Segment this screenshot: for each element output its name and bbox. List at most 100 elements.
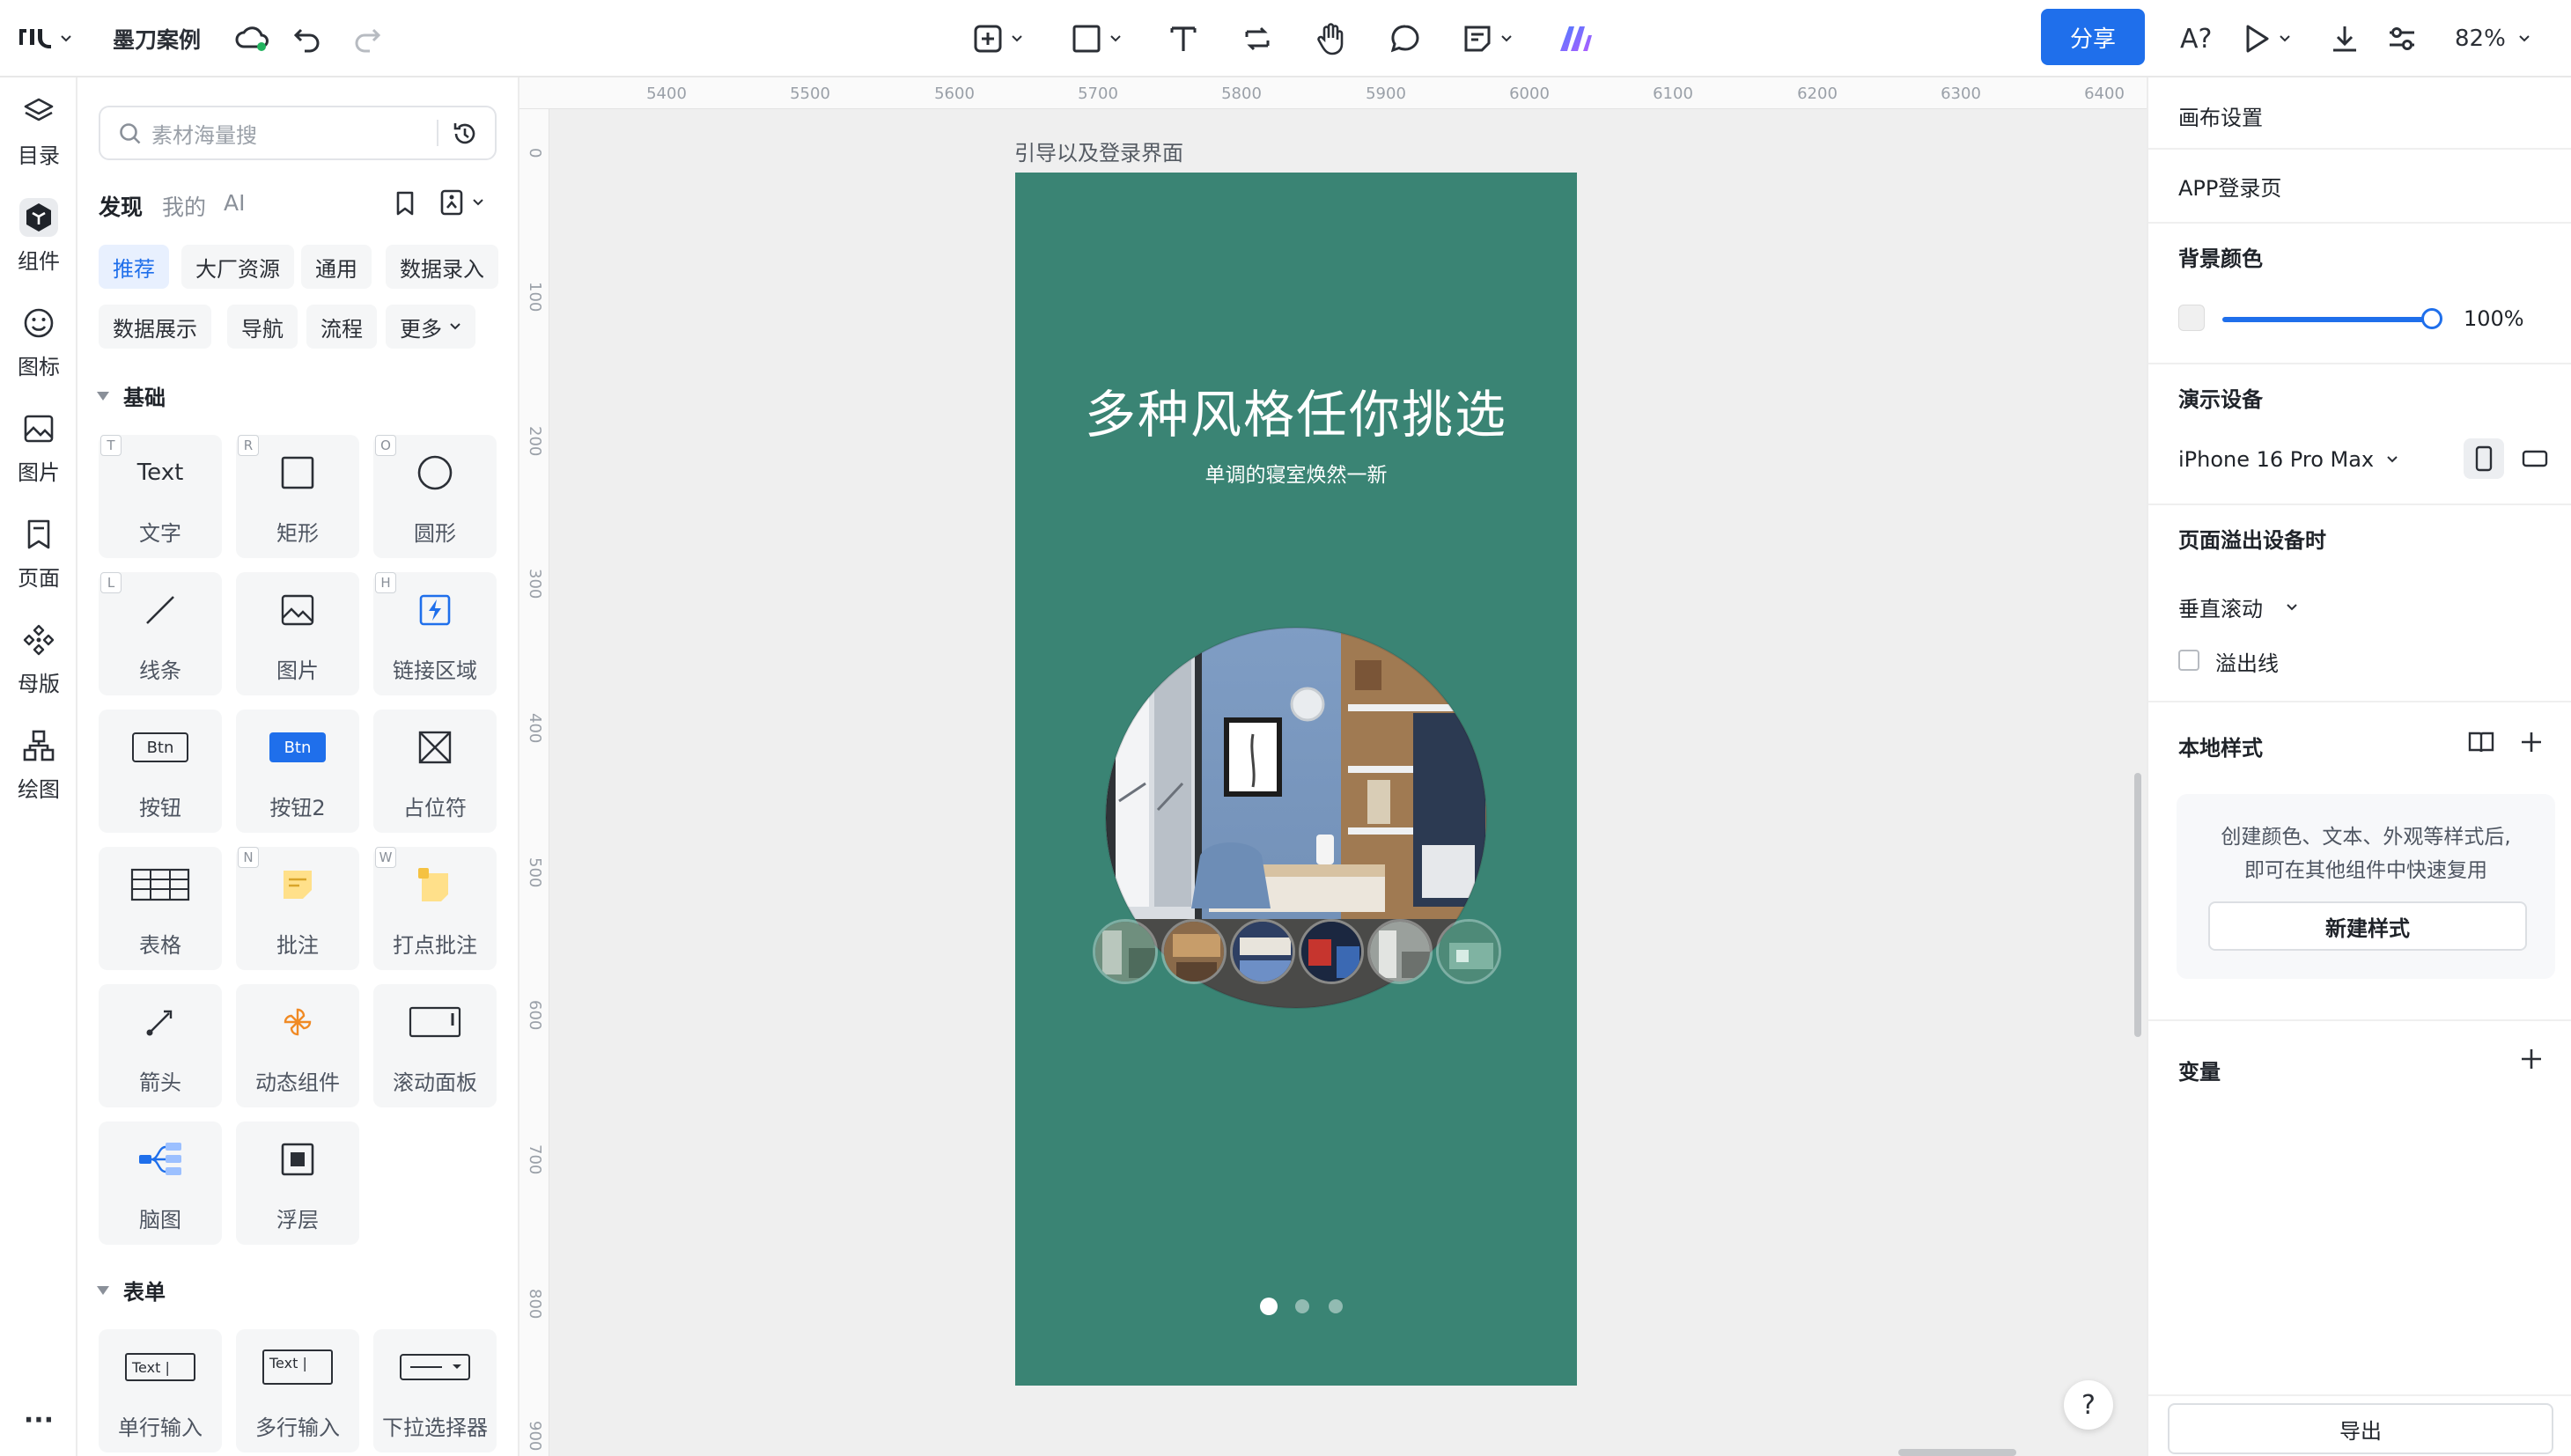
undo-icon[interactable] [292, 19, 324, 58]
style-thumbnail[interactable] [1161, 919, 1227, 984]
tile-layer[interactable]: 浮层 [236, 1121, 359, 1245]
style-thumbnail[interactable] [1436, 919, 1501, 984]
style-thumbnail[interactable] [1230, 919, 1295, 984]
rail-item-drawing[interactable]: 绘图 [4, 718, 74, 810]
tile-arrow[interactable]: 箭头 [99, 984, 222, 1107]
chip-navigation[interactable]: 导航 [227, 305, 298, 349]
tile-button[interactable]: Btn 按钮 [99, 710, 222, 833]
tile-scroll-panel[interactable]: 滚动面板 [373, 984, 497, 1107]
rail-item-layers[interactable]: 目录 [4, 85, 74, 176]
section-form[interactable]: 表单 [97, 1275, 166, 1305]
chip-big-company[interactable]: 大厂资源 [181, 245, 294, 289]
rail-item-pages[interactable]: 页面 [4, 507, 74, 599]
design-canvas[interactable]: 5400 5500 5600 5700 5800 5900 6000 6100 … [519, 77, 2147, 1456]
help-button[interactable]: ? [2064, 1380, 2113, 1430]
tile-line[interactable]: L 线条 [99, 572, 222, 695]
more-menu-button[interactable]: ··· [12, 1405, 65, 1436]
collapse-triangle-icon [97, 1285, 109, 1295]
rail-item-masters[interactable]: 母版 [4, 613, 74, 704]
chip-recommended[interactable]: 推荐 [99, 245, 169, 289]
hero-subtitle[interactable]: 单调的寝室焕然一新 [1015, 458, 1577, 488]
app-frame[interactable]: 多种风格任你挑选 单调的寝室焕然一新 [1015, 173, 1577, 1386]
add-variable-icon[interactable] [2518, 1046, 2545, 1072]
tile-label: 圆形 [414, 521, 456, 546]
component-icon [19, 197, 58, 237]
note-tool[interactable] [1462, 19, 1513, 58]
tile-dropdown[interactable]: 下拉选择器 [373, 1329, 497, 1452]
opacity-value[interactable]: 100% [2464, 306, 2524, 331]
ai-logo-icon[interactable] [1557, 19, 1595, 58]
chip-more[interactable]: 更多 [386, 305, 475, 349]
project-name[interactable]: 墨刀案例 [113, 19, 201, 58]
chip-data-entry[interactable]: 数据录入 [386, 245, 498, 289]
portrait-toggle[interactable] [2464, 438, 2504, 479]
preview-button[interactable] [2242, 19, 2291, 58]
settings-sliders-icon[interactable] [2386, 19, 2418, 58]
pagination-dot[interactable] [1329, 1299, 1343, 1313]
history-icon[interactable] [451, 120, 479, 148]
chip-data-display[interactable]: 数据展示 [99, 305, 211, 349]
library-dropdown[interactable] [438, 188, 484, 217]
zoom-dropdown[interactable]: 82% [2455, 19, 2530, 58]
style-thumbnail[interactable] [1299, 919, 1364, 984]
cloud-sync-icon[interactable] [234, 19, 269, 58]
hero-title[interactable]: 多种风格任你挑选 [1015, 373, 1577, 447]
tab-mine[interactable]: 我的 [162, 190, 206, 222]
chip-flow[interactable]: 流程 [306, 305, 377, 349]
rail-item-images[interactable]: 图片 [4, 401, 74, 493]
hand-tool-icon[interactable] [1315, 19, 1347, 58]
tile-hotspot[interactable]: H 链接区域 [373, 572, 497, 695]
pagination-dot[interactable] [1295, 1299, 1309, 1313]
add-page-tool[interactable] [972, 19, 1023, 58]
redo-icon[interactable] [350, 19, 382, 58]
font-check-button[interactable]: A? [2180, 19, 2212, 58]
horizontal-scrollbar[interactable] [1898, 1449, 2016, 1456]
add-style-icon[interactable] [2518, 729, 2545, 755]
search-input[interactable]: 素材海量搜 [99, 106, 497, 160]
tile-single-input[interactable]: Text | 单行输入 [99, 1329, 222, 1452]
bookmark-icon[interactable] [393, 190, 417, 217]
overflow-line-checkbox[interactable] [2178, 650, 2199, 671]
tab-discover[interactable]: 发现 [99, 190, 143, 222]
frame-label[interactable]: 引导以及登录界面 [1014, 136, 1183, 166]
tile-circle[interactable]: O 圆形 [373, 435, 497, 558]
tile-button2[interactable]: Btn 按钮2 [236, 710, 359, 833]
rail-item-icons[interactable]: 图标 [4, 296, 74, 387]
chip-general[interactable]: 通用 [301, 245, 372, 289]
device-dropdown[interactable]: iPhone 16 Pro Max [2178, 447, 2398, 472]
tile-rectangle[interactable]: R 矩形 [236, 435, 359, 558]
tile-multi-input[interactable]: Text | 多行输入 [236, 1329, 359, 1452]
tile-placeholder[interactable]: 占位符 [373, 710, 497, 833]
pin-note-icon [373, 863, 497, 907]
opacity-slider[interactable] [2222, 317, 2434, 322]
bg-color-swatch[interactable] [2178, 305, 2205, 331]
vertical-scrollbar[interactable] [2134, 773, 2141, 1037]
book-icon[interactable] [2467, 729, 2495, 755]
download-icon[interactable] [2330, 19, 2360, 58]
tile-image[interactable]: 图片 [236, 572, 359, 695]
overflow-dropdown[interactable]: 垂直滚动 [2178, 592, 2298, 622]
tile-table[interactable]: 表格 [99, 847, 222, 970]
rail-item-components[interactable]: 组件 [4, 190, 74, 282]
new-style-button[interactable]: 新建样式 [2208, 901, 2527, 951]
tile-text[interactable]: T Text 文字 [99, 435, 222, 558]
style-thumbnail[interactable] [1367, 919, 1433, 984]
comment-tool-icon[interactable] [1389, 19, 1421, 58]
tile-dynamic[interactable]: 动态组件 [236, 984, 359, 1107]
style-thumbnail[interactable] [1093, 919, 1158, 984]
pagination-dot-active[interactable] [1260, 1298, 1278, 1315]
app-logo-menu[interactable] [18, 19, 72, 58]
share-button[interactable]: 分享 [2041, 9, 2145, 65]
connector-tool-icon[interactable] [1241, 19, 1273, 58]
section-basic[interactable]: 基础 [97, 380, 166, 411]
opacity-slider-handle[interactable] [2421, 308, 2442, 329]
page-name[interactable]: APP登录页 [2178, 171, 2281, 202]
landscape-toggle[interactable] [2515, 438, 2555, 479]
rectangle-tool[interactable] [1071, 19, 1122, 58]
tab-ai[interactable]: AI [224, 190, 245, 216]
tile-mindmap[interactable]: 脑图 [99, 1121, 222, 1245]
tile-pin-annotation[interactable]: W 打点批注 [373, 847, 497, 970]
export-button[interactable]: 导出 [2168, 1403, 2553, 1454]
tile-annotation[interactable]: N 批注 [236, 847, 359, 970]
text-tool-icon[interactable] [1168, 19, 1199, 58]
